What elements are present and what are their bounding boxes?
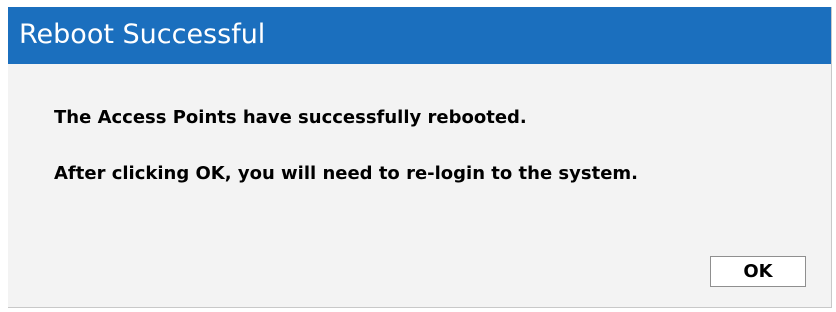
relogin-instruction-message: After clicking OK, you will need to re-l… xyxy=(54,163,638,184)
ok-button[interactable]: OK xyxy=(710,256,806,287)
dialog-title: Reboot Successful xyxy=(19,19,266,50)
reboot-success-message: The Access Points have successfully rebo… xyxy=(54,107,527,128)
dialog-title-bar: Reboot Successful xyxy=(8,7,831,64)
reboot-dialog: Reboot Successful The Access Points have… xyxy=(8,7,832,308)
